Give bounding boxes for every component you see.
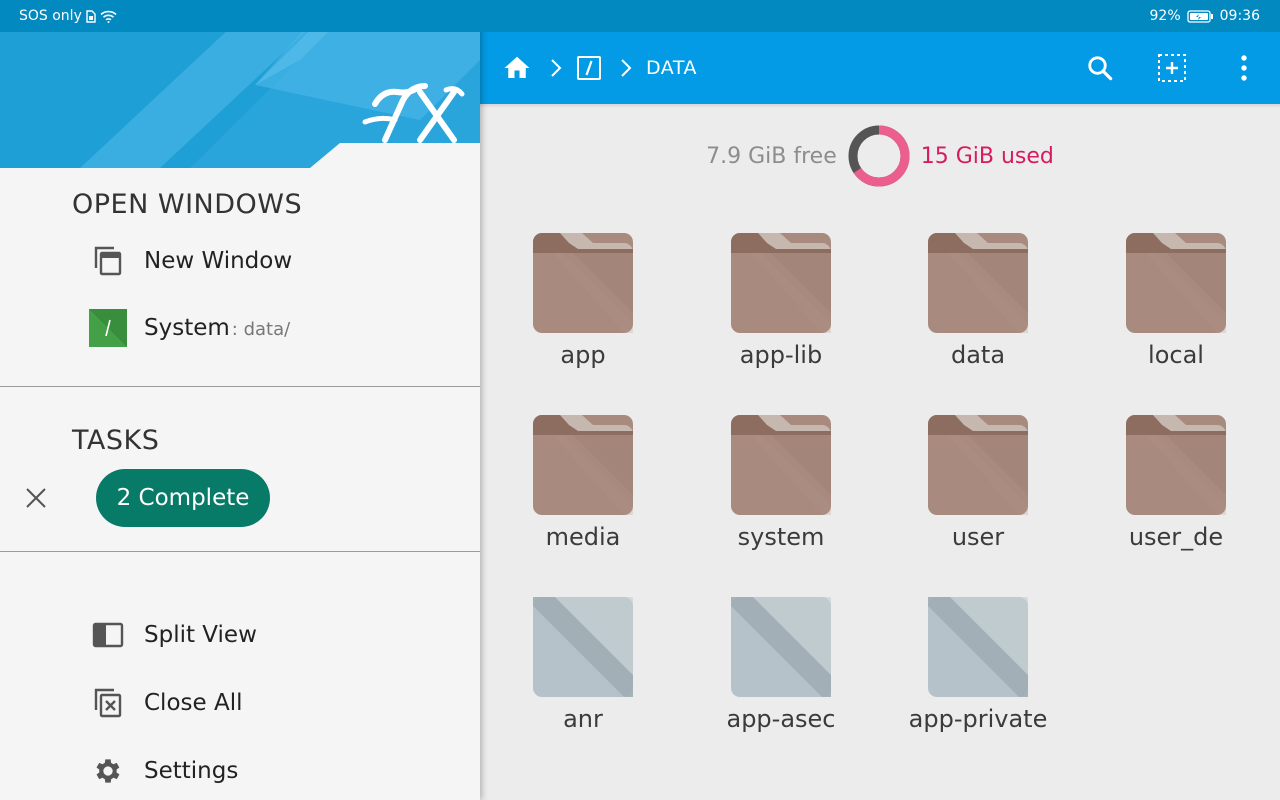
select-button[interactable] (1136, 32, 1208, 104)
search-icon (1088, 56, 1113, 81)
folder-icon (731, 415, 831, 515)
split-view-item[interactable]: Split View (88, 611, 257, 659)
close-icon (26, 488, 46, 508)
folder-item[interactable]: media (503, 393, 663, 553)
navigation-drawer: OPEN WINDOWS New Window System: data/ TA… (0, 0, 480, 800)
select-icon (1158, 54, 1186, 82)
status-bar: SOS only 92% 09:36 (0, 0, 1280, 32)
breadcrumb: DATA (502, 32, 697, 104)
folder-icon (1126, 415, 1226, 515)
breadcrumb-root[interactable] (576, 55, 602, 81)
folder-item[interactable]: local (1096, 211, 1256, 371)
overflow-menu-button[interactable] (1208, 32, 1280, 104)
folder-icon (533, 415, 633, 515)
folder-item[interactable]: user (898, 393, 1058, 553)
restricted-folder-icon (533, 597, 633, 697)
breadcrumb-current[interactable]: DATA (646, 57, 697, 79)
folder-icon (1126, 233, 1226, 333)
system-window-label: System (144, 315, 230, 341)
file-name: media (545, 523, 621, 551)
file-name: local (1148, 341, 1204, 369)
window-item-system[interactable]: System: data/ (88, 304, 290, 352)
new-window-label: New Window (144, 248, 293, 274)
split-view-icon (88, 615, 128, 655)
folder-item[interactable]: data (898, 211, 1058, 371)
root-folder-icon (577, 56, 601, 80)
system-window-icon (88, 308, 128, 348)
overflow-menu-icon (1241, 55, 1247, 81)
divider (0, 551, 480, 552)
folder-icon (928, 415, 1028, 515)
new-window-item[interactable]: New Window (88, 237, 292, 285)
folder-item[interactable]: user_de (1096, 393, 1256, 553)
folder-icon (533, 233, 633, 333)
restricted-folder-icon (928, 597, 1028, 697)
carrier-text: SOS only (19, 8, 82, 24)
restricted-folder-item[interactable]: app-private (898, 575, 1058, 735)
file-name: user_de (1128, 523, 1224, 551)
system-window-path: : data/ (231, 319, 291, 340)
file-name: app-lib (739, 341, 823, 369)
file-name: app (560, 341, 606, 369)
close-all-item[interactable]: Close All (88, 679, 242, 727)
file-name: anr (563, 705, 603, 733)
close-all-icon (88, 683, 128, 723)
settings-item[interactable]: Settings (88, 747, 238, 795)
dismiss-tasks-button[interactable] (16, 478, 56, 518)
gear-icon (88, 751, 128, 791)
file-name: app-private (908, 705, 1048, 733)
clock: 09:36 (1219, 8, 1260, 24)
app-bar: DATA (480, 32, 1280, 104)
search-button[interactable] (1064, 32, 1136, 104)
tasks-complete-button[interactable]: 2 Complete (96, 469, 270, 527)
chevron-right-icon (550, 58, 562, 78)
battery-percent: 92% (1149, 8, 1181, 24)
divider (0, 386, 480, 387)
restricted-folder-item[interactable]: anr (503, 575, 663, 735)
battery-icon (1186, 9, 1214, 23)
file-name: user (951, 523, 1005, 551)
wifi-icon (100, 10, 117, 23)
restricted-folder-item[interactable]: app-asec (701, 575, 861, 735)
file-grid: app app-lib data local media system user user_d… (480, 104, 1280, 800)
folder-item[interactable]: app (503, 211, 663, 371)
chevron-right-icon (620, 58, 632, 78)
file-name: system (737, 523, 825, 551)
file-browser: 7.9 GiB free 15 GiB used app app-lib data l… (480, 104, 1280, 800)
breadcrumb-home[interactable] (502, 53, 532, 83)
home-icon (504, 56, 530, 78)
folder-item[interactable]: app-lib (701, 211, 861, 371)
folder-icon (928, 233, 1028, 333)
folder-item[interactable]: system (701, 393, 861, 553)
folder-icon (731, 233, 831, 333)
file-name: app-asec (726, 705, 836, 733)
split-view-label: Split View (144, 622, 257, 648)
new-window-icon (88, 241, 128, 281)
sim-icon (86, 9, 96, 23)
open-windows-title: OPEN WINDOWS (72, 189, 303, 220)
file-name: data (950, 341, 1006, 369)
close-all-label: Close All (144, 690, 243, 716)
settings-label: Settings (144, 758, 239, 784)
tasks-title: TASKS (72, 425, 160, 456)
restricted-folder-icon (731, 597, 831, 697)
